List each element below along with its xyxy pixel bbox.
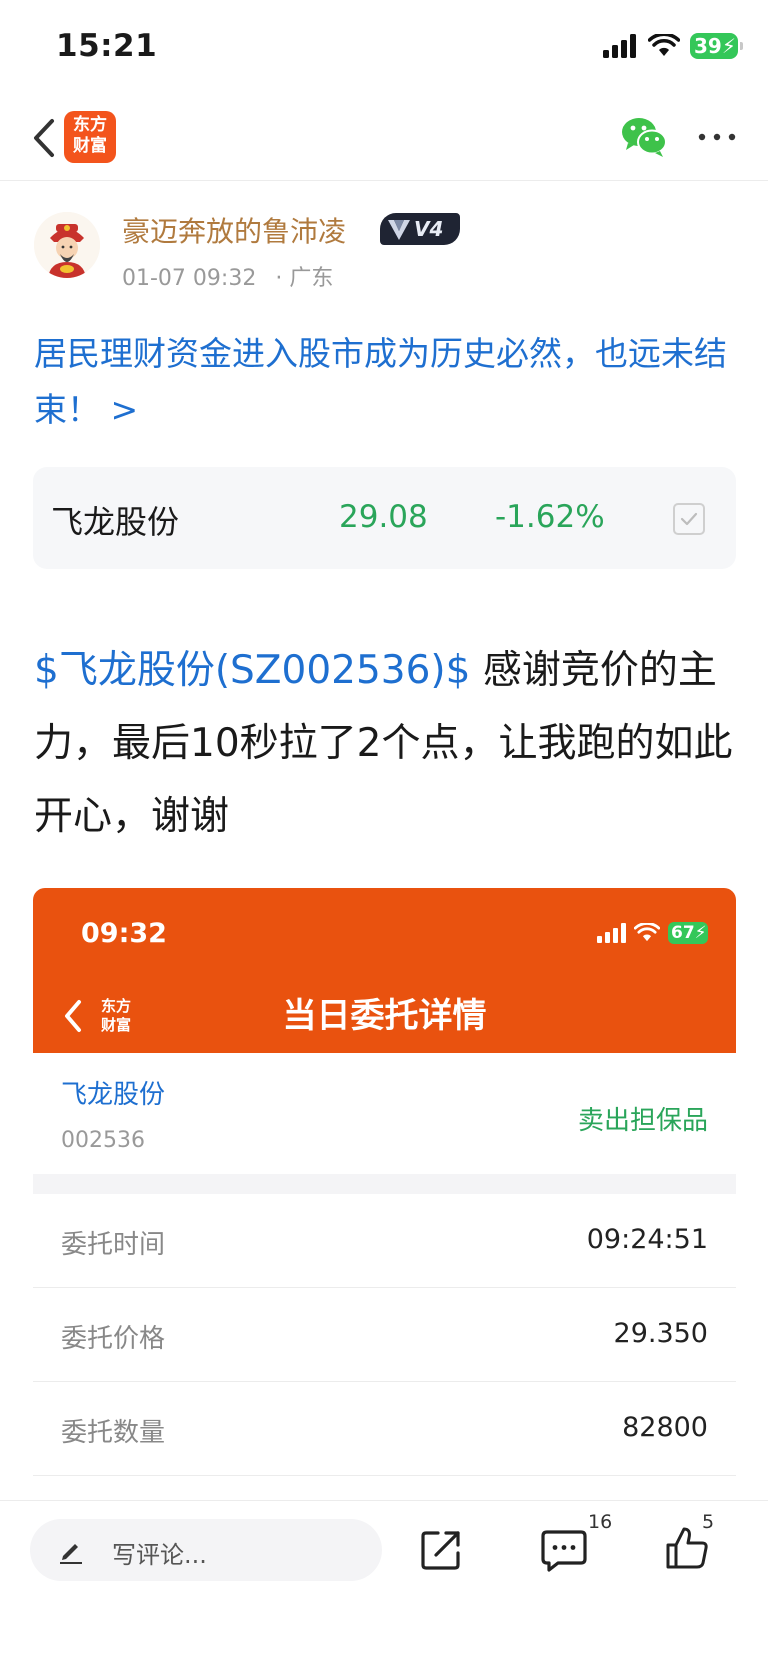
logo-line-1: 东方 (73, 115, 107, 135)
screenshot-wifi-icon (634, 923, 660, 942)
pen-icon (60, 1544, 82, 1564)
screenshot-row-value: 09:24:51 (586, 1224, 708, 1255)
status-indicators: 39⚡ (602, 32, 743, 60)
screenshot-row-value: 82800 (622, 1412, 708, 1443)
like-count: 5 (702, 1511, 715, 1533)
avatar[interactable] (34, 212, 100, 278)
share-icon[interactable] (418, 1527, 464, 1573)
post-detail-page: 15:21 39⚡ 东方 财富 豪迈奔放的鲁沛凌 V4 01-07 09:32 … (0, 0, 768, 1663)
comment-placeholder: 写评论... (112, 1541, 207, 1569)
screenshot-battery-level: 67 (671, 923, 695, 943)
status-bar: 15:21 39⚡ (0, 0, 768, 95)
battery-indicator: 39⚡ (690, 33, 743, 59)
screenshot-stock-name: 飞龙股份 (61, 1080, 166, 1110)
screenshot-row-label: 委托价格 (61, 1324, 166, 1354)
comment-input[interactable]: 写评论... (30, 1519, 382, 1581)
wifi-icon (648, 34, 680, 56)
screenshot-signal-icon (597, 923, 626, 943)
screenshot-title: 当日委托详情 (282, 996, 487, 1036)
stock-price: 29.08 (339, 499, 428, 535)
stock-name: 飞龙股份 (51, 503, 180, 541)
app-logo[interactable]: 东方 财富 (64, 111, 116, 163)
stock-change: -1.62% (495, 499, 605, 535)
check-icon[interactable] (673, 503, 705, 535)
screenshot-row-value: 29.350 (613, 1318, 708, 1349)
signal-icon (603, 34, 636, 58)
post-meta: 01-07 09:32 · 广东 (122, 260, 333, 292)
screenshot-row-label: 委托数量 (61, 1418, 166, 1448)
status-time: 15:21 (56, 28, 158, 64)
bottom-action-bar: 写评论... 16 5 (0, 1500, 768, 1663)
comment-icon[interactable] (540, 1527, 588, 1573)
back-icon[interactable] (22, 113, 66, 163)
screenshot-battery: 67⚡ (668, 922, 708, 944)
screenshot-row-label: 委托时间 (61, 1230, 166, 1260)
screenshot-row: 委托时间 09:24:51 (33, 1194, 736, 1288)
avatar-image (34, 212, 100, 278)
author-name[interactable]: 豪迈奔放的鲁沛凌 (122, 210, 346, 250)
screenshot-header: 09:32 67⚡ 东方 财富 当日委托详情 (33, 888, 736, 1053)
embedded-screenshot[interactable]: 09:32 67⚡ 东方 财富 当日委托详情 飞龙股份 002536 卖出担保品… (33, 888, 736, 1508)
stock-card[interactable]: 飞龙股份 29.08 -1.62% (33, 467, 736, 569)
screenshot-status-indicators: 67⚡ (596, 922, 708, 944)
screenshot-row: 委托价格 29.350 (33, 1288, 736, 1382)
screenshot-stock-code: 002536 (61, 1128, 145, 1153)
screenshot-divider (33, 1174, 736, 1194)
battery-level: 39 (694, 34, 722, 58)
screenshot-row: 委托数量 82800 (33, 1382, 736, 1476)
post-body: $飞龙股份(SZ002536)$ 感谢竞价的主力，最后10秒拉了2个点，让我跑的… (34, 634, 738, 853)
level-badge: V4 (380, 213, 460, 245)
stock-tag-link[interactable]: $飞龙股份(SZ002536)$ (34, 648, 470, 693)
level-label: V4 (414, 217, 444, 241)
screenshot-order-type: 卖出担保品 (577, 1106, 708, 1136)
level-v-icon (388, 220, 410, 240)
post-location: · 广东 (275, 266, 334, 291)
more-icon[interactable] (692, 115, 742, 159)
post-datetime: 01-07 09:32 (122, 266, 257, 291)
nav-bar: 东方 财富 (0, 95, 768, 181)
charging-icon: ⚡ (721, 34, 736, 58)
comments-count: 16 (588, 1511, 613, 1533)
headline-link[interactable]: 居民理财资金进入股市成为历史必然，也远未结束！ > (34, 326, 738, 438)
wechat-icon[interactable] (620, 113, 668, 161)
logo-line-2: 财富 (73, 136, 107, 156)
check-mark (680, 512, 698, 526)
screenshot-status-time: 09:32 (81, 918, 167, 949)
